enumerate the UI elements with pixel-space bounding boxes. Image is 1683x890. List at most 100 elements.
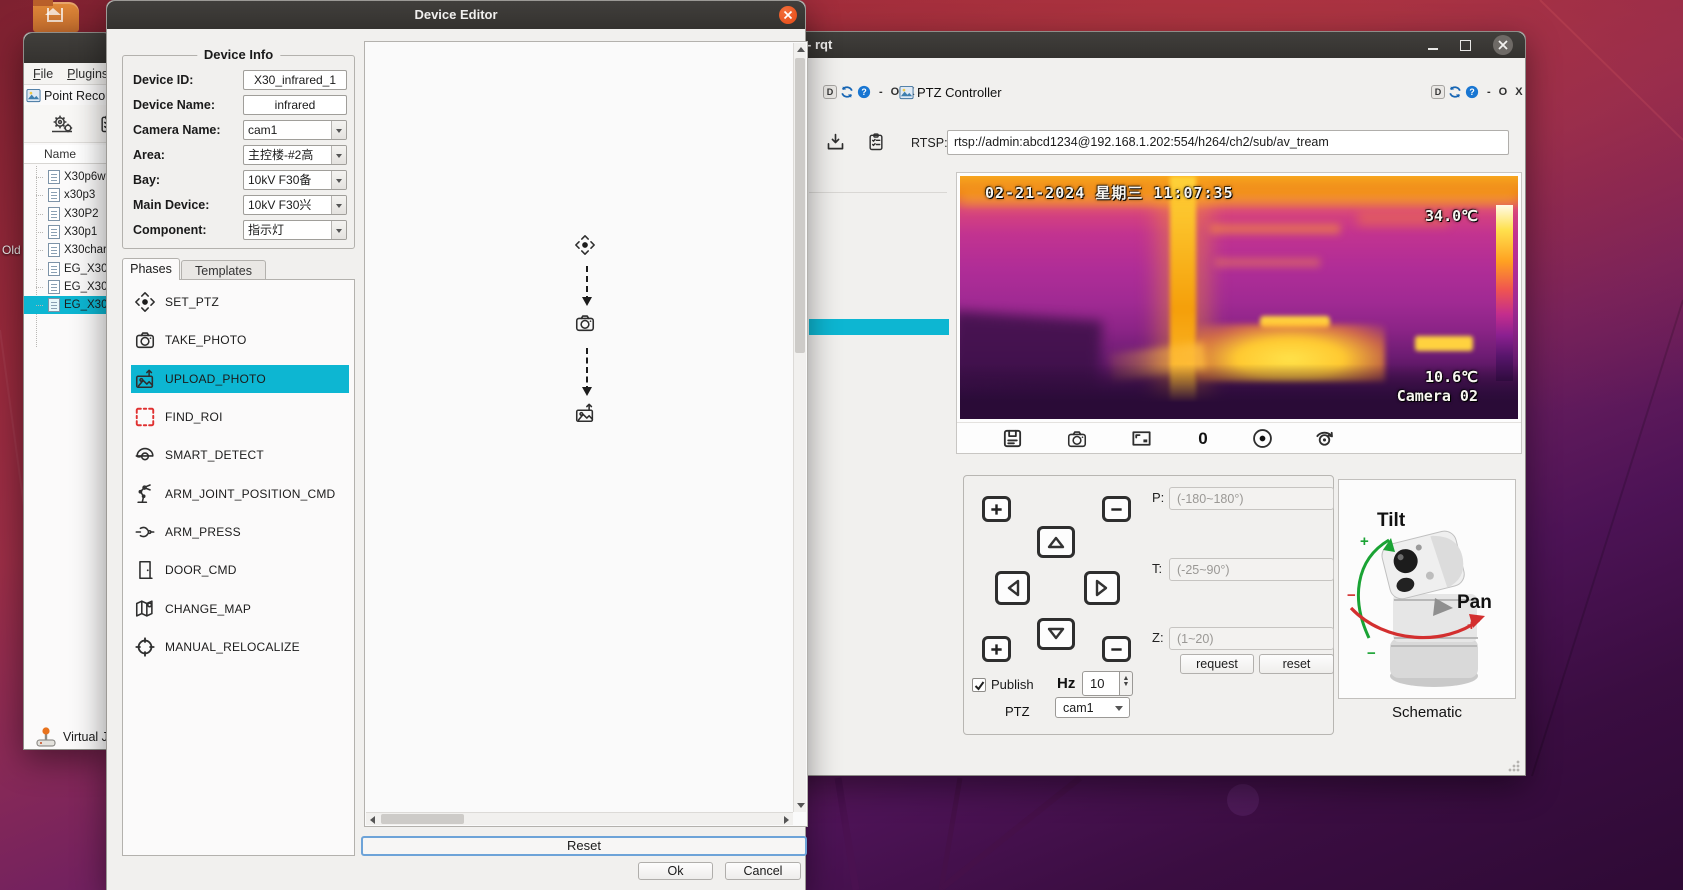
field-select[interactable]: cam1: [243, 120, 347, 140]
list-item[interactable]: EG_X30: [24, 260, 112, 278]
hz-spinbox[interactable]: 10: [1082, 671, 1120, 696]
flow-reset-button[interactable]: Reset: [361, 836, 807, 856]
zoom-in-button-2[interactable]: [982, 636, 1011, 662]
field-select[interactable]: 主控楼-#2高: [243, 145, 347, 165]
help-icon[interactable]: ?: [1465, 85, 1479, 99]
horizontal-scrollbar[interactable]: [366, 812, 793, 825]
tab-phases[interactable]: Phases: [122, 258, 180, 280]
scroll-right-icon[interactable]: [780, 813, 793, 826]
list-item[interactable]: X30p6w: [24, 168, 112, 186]
vertical-scrollbar[interactable]: [793, 43, 806, 812]
list-item[interactable]: EG_X30: [24, 296, 112, 314]
tilt-down-button[interactable]: [1037, 618, 1075, 650]
tilt-up-button[interactable]: [1037, 526, 1075, 558]
phase-item-door_cmd[interactable]: DOOR_CMD: [131, 556, 349, 584]
record-button[interactable]: [1249, 426, 1275, 451]
ptz-control-group: Publish Hz 10 ▲▼ PTZ cam1 P: T: Z: reque…: [963, 475, 1334, 735]
phase-item-change_map[interactable]: CHANGE_MAP: [131, 595, 349, 623]
phase-item-take_photo[interactable]: TAKE_PHOTO: [131, 326, 349, 354]
vertical-scroll-thumb[interactable]: [795, 58, 805, 353]
list-item[interactable]: X30char: [24, 241, 112, 259]
tree-header[interactable]: Name: [24, 145, 112, 164]
refresh-icon[interactable]: [1448, 85, 1462, 99]
ptz-rotate-button[interactable]: [1311, 426, 1337, 451]
field-input[interactable]: infrared: [243, 95, 347, 115]
zoom-input[interactable]: [1169, 627, 1334, 650]
gears-icon[interactable]: [50, 114, 74, 134]
zoom-out-button-2[interactable]: [1102, 636, 1131, 662]
refresh-icon[interactable]: [840, 85, 854, 99]
field-select[interactable]: 指示灯: [243, 220, 347, 240]
phase-list: SET_PTZ TAKE_PHOTO UPLOAD_PHOTO FIND_ROI SMA…: [122, 279, 355, 856]
zoom-level-indicator[interactable]: 0: [1190, 426, 1216, 451]
scroll-down-icon[interactable]: [794, 799, 807, 812]
dock-collapse-button[interactable]: -: [1487, 86, 1491, 98]
publish-checkbox[interactable]: Publish: [972, 677, 1034, 692]
ptz-camera-select[interactable]: cam1: [1055, 697, 1130, 718]
field-select[interactable]: 10kV F30备: [243, 170, 347, 190]
dock-close-button[interactable]: X: [1515, 86, 1522, 98]
phase-item-find_roi[interactable]: FIND_ROI: [131, 403, 349, 431]
tilt-input[interactable]: [1169, 558, 1334, 581]
list-item[interactable]: X30P2: [24, 205, 112, 223]
close-icon[interactable]: [1493, 35, 1513, 55]
list-item[interactable]: x30p3: [24, 186, 112, 204]
phase-item-arm_press[interactable]: ARM_PRESS: [131, 518, 349, 546]
dock-detach-icon[interactable]: D: [1431, 85, 1445, 99]
tab-templates[interactable]: Templates: [181, 260, 266, 280]
flow-node-upload-photo-icon[interactable]: [574, 402, 602, 430]
phase-item-upload_photo[interactable]: UPLOAD_PHOTO: [131, 365, 349, 393]
frame-button[interactable]: [1128, 426, 1154, 451]
desktop-icon-label[interactable]: Old: [2, 243, 21, 257]
dialog-titlebar[interactable]: Device Editor: [107, 1, 805, 29]
flow-node-camera-icon[interactable]: [574, 312, 602, 340]
hidden-dock-selected-row[interactable]: [809, 319, 949, 335]
pan-right-button[interactable]: [1084, 571, 1120, 605]
clipboard-icon[interactable]: [866, 132, 886, 152]
help-icon[interactable]: ?: [857, 85, 871, 99]
field-input[interactable]: X30_infrared_1: [243, 70, 347, 90]
ok-button[interactable]: Ok: [638, 862, 713, 880]
dock-collapse-button[interactable]: -: [879, 86, 883, 98]
download-icon[interactable]: [825, 132, 846, 153]
close-icon[interactable]: [779, 6, 797, 24]
minimize-button[interactable]: [1425, 37, 1441, 53]
dock-detach-icon[interactable]: D: [823, 85, 837, 99]
save-button[interactable]: [999, 426, 1025, 451]
device-editor-dialog: Device Editor Device Info Device ID:X30_…: [106, 0, 806, 890]
flow-canvas[interactable]: [364, 41, 808, 827]
horizontal-scroll-thumb[interactable]: [381, 814, 464, 824]
dock-float-button[interactable]: O: [1499, 86, 1508, 98]
scroll-left-icon[interactable]: [366, 813, 379, 826]
flow-node-ptz-icon[interactable]: [574, 234, 602, 262]
field-select[interactable]: 10kV F30兴: [243, 195, 347, 215]
cancel-button[interactable]: Cancel: [725, 862, 801, 880]
zoom-in-button[interactable]: [982, 496, 1011, 522]
resize-grip[interactable]: [1508, 760, 1520, 772]
reset-button[interactable]: reset: [1259, 654, 1334, 674]
list-item[interactable]: X30p1: [24, 223, 112, 241]
hz-spin-arrows[interactable]: ▲▼: [1120, 671, 1133, 696]
phase-item-manual_relocalize[interactable]: MANUAL_RELOCALIZE: [131, 633, 349, 661]
scroll-up-icon[interactable]: [794, 43, 807, 56]
camera-button[interactable]: [1064, 426, 1090, 451]
pan-left-button[interactable]: [995, 571, 1030, 605]
rqt-titlebar[interactable]: - rqt: [767, 32, 1525, 58]
maximize-button[interactable]: [1457, 37, 1473, 53]
menu-plugins[interactable]: Plugins: [67, 67, 108, 81]
menu-file[interactable]: File: [33, 67, 53, 81]
left-window-titlebar[interactable]: [24, 33, 112, 63]
thermal-video-frame[interactable]: 02-21-2024 星期三 11:07:35 34.0℃ 10.6℃ Came…: [960, 176, 1518, 419]
request-button[interactable]: request: [1180, 654, 1254, 674]
phase-label: MANUAL_RELOCALIZE: [165, 640, 300, 654]
zoom-out-button[interactable]: [1102, 496, 1131, 522]
virtual-joystick-item[interactable]: Virtual Jo: [34, 726, 112, 748]
pan-input[interactable]: [1169, 487, 1334, 510]
phase-item-set_ptz[interactable]: SET_PTZ: [131, 288, 349, 316]
phase-item-smart_detect[interactable]: SMART_DETECT: [131, 441, 349, 469]
home-folder-icon[interactable]: [33, 2, 79, 32]
phase-item-arm_joint_position_cmd[interactable]: ARM_JOINT_POSITION_CMD: [131, 480, 349, 508]
rtsp-input[interactable]: rtsp://admin:abcd1234@192.168.1.202:554/…: [947, 130, 1509, 155]
list-item[interactable]: EG_X30: [24, 278, 112, 296]
dock-float-button[interactable]: O: [891, 86, 900, 98]
